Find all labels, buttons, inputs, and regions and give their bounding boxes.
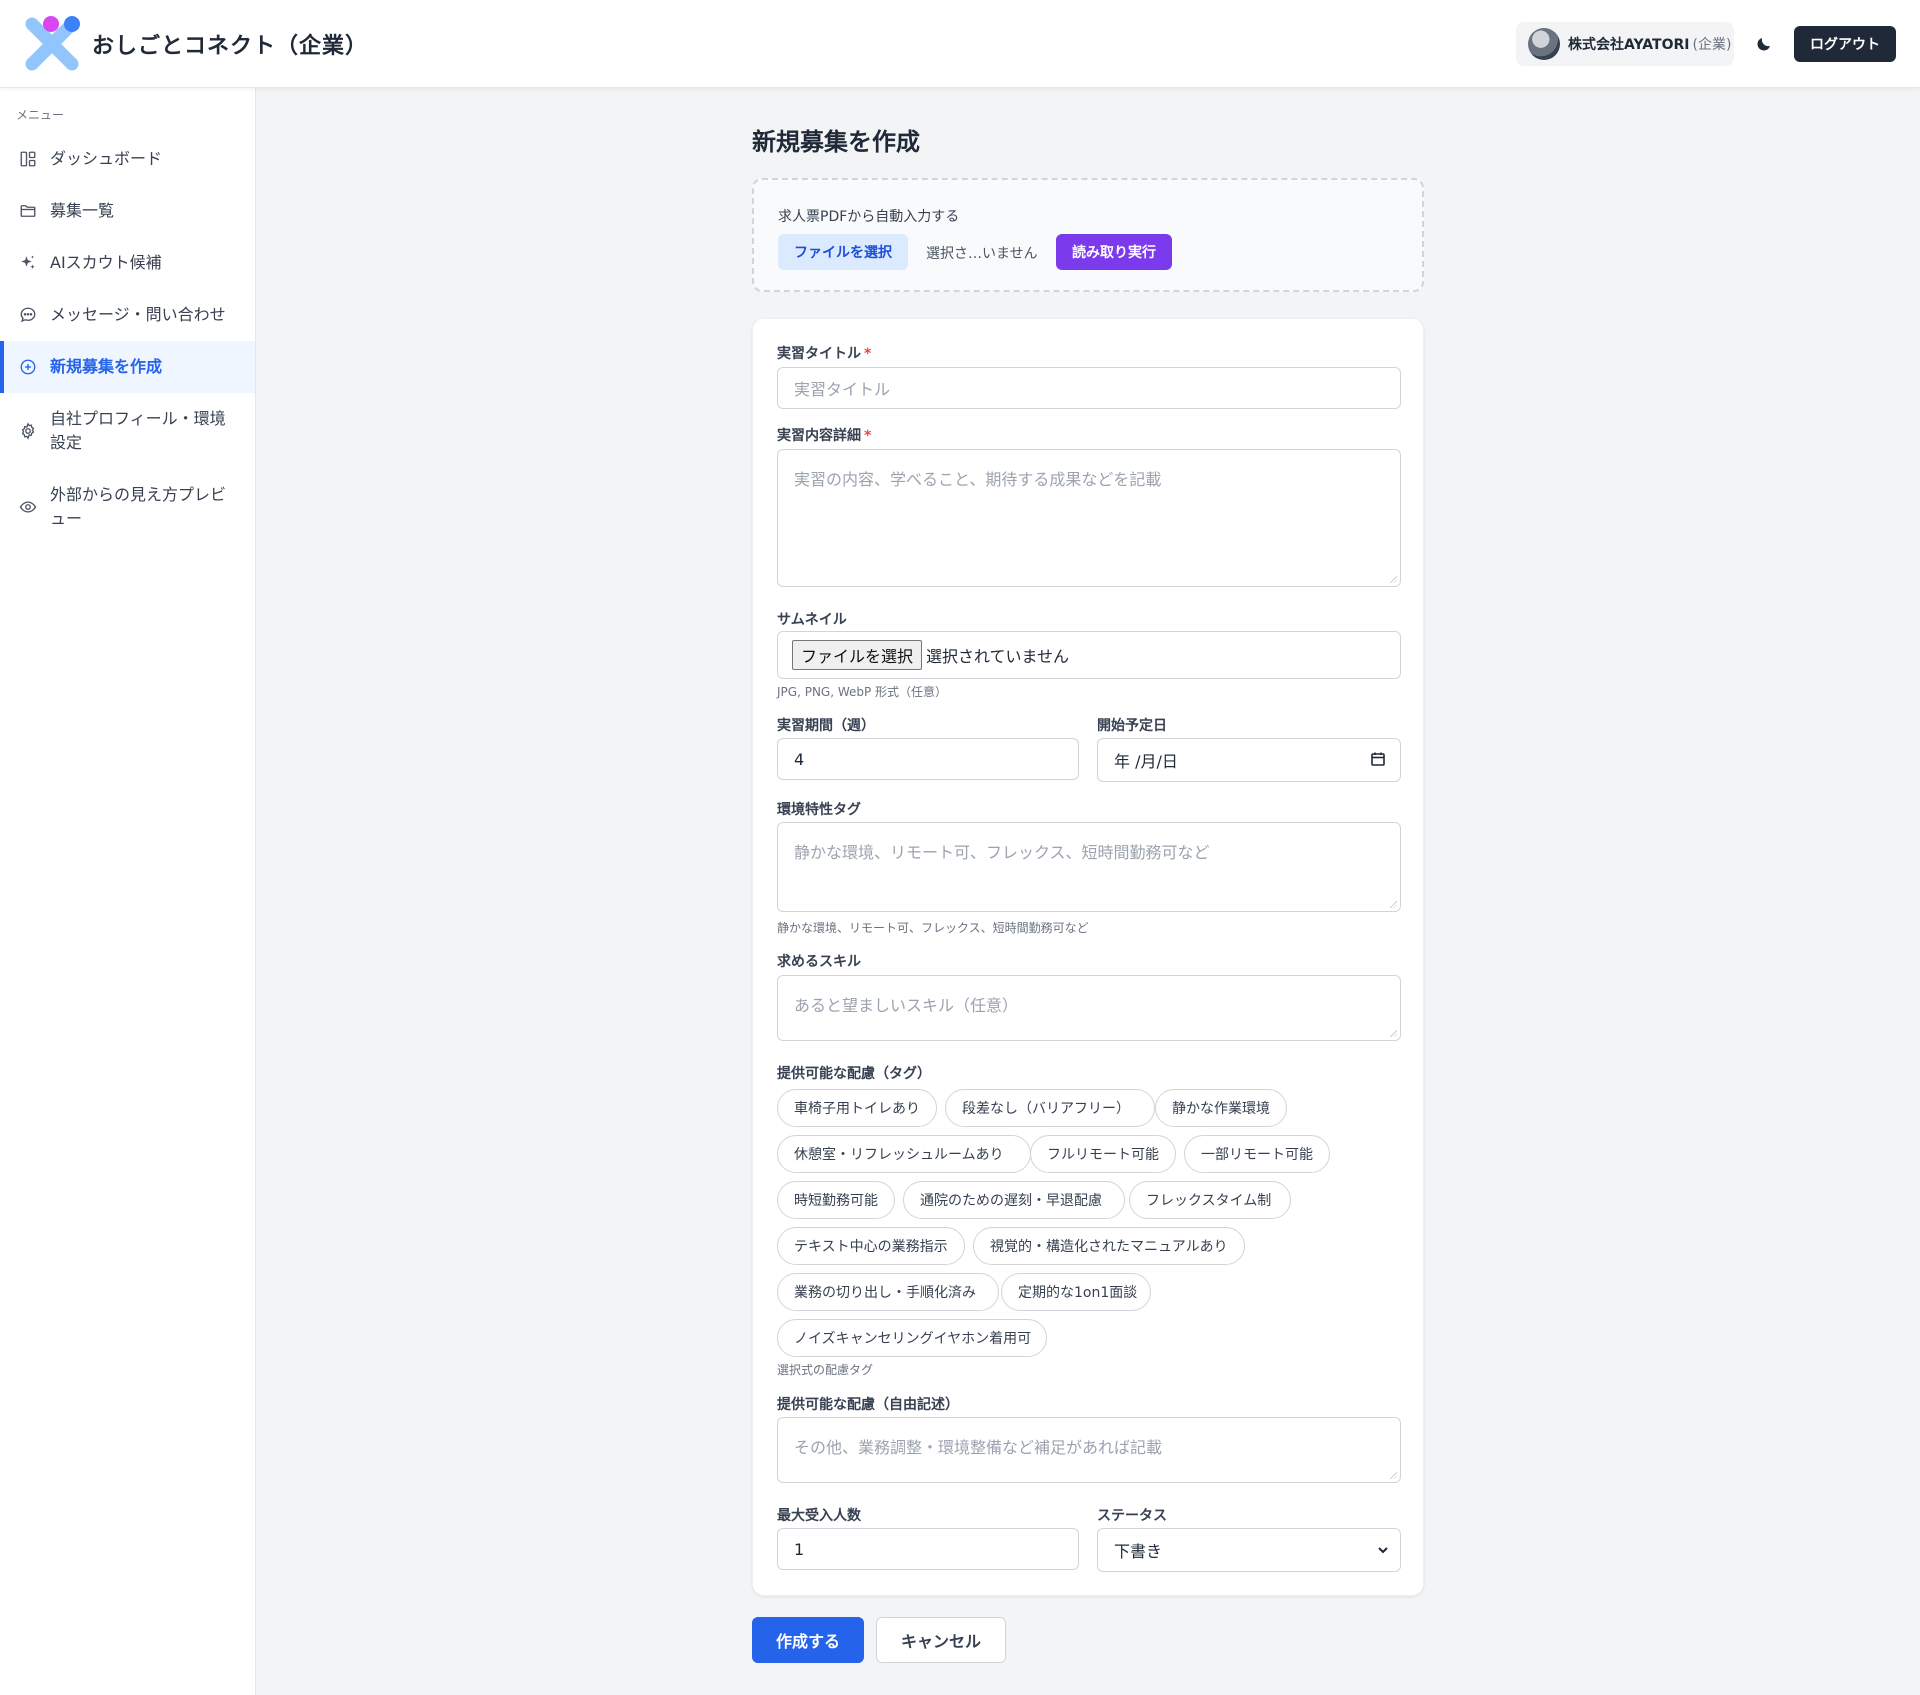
title-input[interactable]: 実習タイトル — [777, 367, 1401, 409]
gear-icon — [18, 419, 38, 443]
app-logo[interactable] — [22, 14, 82, 74]
accommodation-free-textarea[interactable]: その他、業務調整・環境整備など補足があれば記載 — [777, 1417, 1401, 1483]
pdf-file-select-button[interactable]: ファイルを選択 — [778, 234, 908, 270]
status-select[interactable]: 下書き — [1097, 1528, 1401, 1572]
sidebar-item-external-preview[interactable]: 外部からの見え方プレビュー — [0, 469, 255, 545]
sidebar-item-new-job[interactable]: 新規募集を作成 — [0, 341, 255, 393]
accommodation-label: 提供可能な配慮（タグ） — [777, 1066, 931, 1082]
accommodation-tag[interactable]: テキスト中心の業務指示 — [777, 1227, 965, 1265]
theme-toggle-button[interactable] — [1750, 30, 1778, 58]
sidebar-item-label: 募集一覧 — [50, 201, 115, 220]
sidebar-item-jobs[interactable]: 募集一覧 — [0, 185, 255, 237]
accommodation-tag[interactable]: フルリモート可能 — [1030, 1135, 1176, 1173]
thumbnail-file-input[interactable]: ファイルを選択 選択されていません — [777, 631, 1401, 679]
thumbnail-label: サムネイル — [777, 612, 847, 628]
sparkle-icon — [18, 251, 38, 275]
dashboard-icon — [18, 147, 38, 171]
sidebar-item-label: メッセージ・問い合わせ — [50, 305, 226, 324]
accommodation-tag[interactable]: ノイズキャンセリングイヤホン着用可 — [777, 1319, 1047, 1357]
calendar-icon[interactable] — [1370, 751, 1386, 767]
chat-icon — [18, 303, 38, 327]
sidebar-nav: ダッシュボード 募集一覧 AIスカウト候補 メッセージ・問い合わせ 新規募集を作… — [0, 133, 255, 545]
accommodation-tag[interactable]: 視覚的・構造化されたマニュアルあり — [973, 1227, 1245, 1265]
pdf-file-status: 選択さ…いません — [926, 246, 1038, 262]
sidebar-item-dashboard[interactable]: ダッシュボード — [0, 133, 255, 185]
create-button[interactable]: 作成する — [752, 1617, 864, 1663]
capacity-label: 最大受入人数 — [777, 1508, 861, 1524]
chevron-down-icon — [1378, 1547, 1388, 1554]
logout-button[interactable]: ログアウト — [1794, 26, 1896, 62]
duration-label: 実習期間（週） — [777, 718, 875, 734]
title-label: 実習タイトル * — [777, 343, 871, 363]
start-date-input[interactable]: 年 /月/日 — [1097, 738, 1401, 782]
skills-textarea[interactable]: あると望ましいスキル（任意） — [777, 975, 1401, 1041]
duration-input[interactable]: 4 — [777, 738, 1079, 780]
sidebar-item-label: 新規募集を作成 — [50, 357, 163, 376]
cancel-button[interactable]: キャンセル — [876, 1617, 1006, 1663]
accommodation-tag[interactable]: 段差なし（バリアフリー） — [945, 1089, 1155, 1127]
sidebar-item-messages[interactable]: メッセージ・問い合わせ — [0, 289, 255, 341]
skills-label: 求めるスキル — [777, 954, 861, 970]
moon-icon — [1757, 38, 1770, 51]
thumbnail-file-button[interactable]: ファイルを選択 — [792, 640, 923, 670]
company-chip[interactable]: 株式会社AYATORI (企業) — [1516, 22, 1734, 66]
app-header: おしごとコネクト（企業） 株式会社AYATORI (企業) ログアウト — [0, 0, 1920, 88]
accommodation-tag[interactable]: 時短勤務可能 — [777, 1181, 895, 1219]
avatar — [1528, 28, 1560, 60]
detail-label: 実習内容詳細 * — [777, 425, 871, 445]
thumbnail-file-status: 選択されていません — [926, 647, 1070, 666]
env-tags-label: 環境特性タグ — [777, 802, 861, 818]
thumbnail-hint: JPG, PNG, WebP 形式（任意） — [777, 685, 948, 699]
eye-icon — [18, 495, 38, 519]
pdf-import-label: 求人票PDFから自動入力する — [778, 209, 960, 225]
required-mark: * — [864, 428, 872, 444]
accommodation-tag[interactable]: 静かな作業環境 — [1155, 1089, 1287, 1127]
start-date-value: 年 /月/日 — [1114, 752, 1178, 771]
page-title: 新規募集を作成 — [752, 128, 920, 156]
detail-textarea[interactable]: 実習の内容、学べること、期待する成果などを記載 — [777, 449, 1401, 587]
sidebar: メニュー ダッシュボード 募集一覧 AIスカウト候補 メッセージ・問い合わせ 新… — [0, 88, 256, 1695]
start-date-label: 開始予定日 — [1097, 718, 1167, 734]
accommodation-tag[interactable]: 一部リモート可能 — [1184, 1135, 1330, 1173]
accommodation-tag[interactable]: 休憩室・リフレッシュルームあり — [777, 1135, 1031, 1173]
accommodation-tag[interactable]: フレックスタイム制 — [1129, 1181, 1291, 1219]
accommodation-tag[interactable]: 業務の切り出し・手順化済み — [777, 1273, 999, 1311]
sidebar-item-profile-settings[interactable]: 自社プロフィール・環境設定 — [0, 393, 255, 469]
sidebar-item-label: 外部からの見え方プレビュー — [50, 485, 227, 528]
accommodation-hint: 選択式の配慮タグ — [777, 1363, 874, 1377]
job-form-card: 実習タイトル * 実習タイトル 実習内容詳細 * 実習の内容、学べること、期待する成… — [752, 318, 1424, 1596]
accommodation-tag[interactable]: 通院のための遅刻・早退配慮 — [903, 1181, 1125, 1219]
menu-heading: メニュー — [16, 108, 65, 122]
app-title: おしごとコネクト（企業） — [92, 34, 369, 59]
company-role: (企業) — [1692, 37, 1732, 53]
accommodation-free-label: 提供可能な配慮（自由記述） — [777, 1397, 959, 1413]
sidebar-item-ai-scout[interactable]: AIスカウト候補 — [0, 237, 255, 289]
accommodation-tag[interactable]: 車椅子用トイレあり — [777, 1089, 937, 1127]
folder-icon — [18, 199, 38, 223]
sidebar-item-label: ダッシュボード — [50, 149, 163, 168]
status-select-value: 下書き — [1114, 1542, 1163, 1561]
accommodation-tag[interactable]: 定期的な1on1面談 — [1001, 1273, 1151, 1311]
sidebar-item-label: AIスカウト候補 — [50, 253, 162, 272]
env-tags-hint: 静かな環境、リモート可、フレックス、短時間勤務可など — [777, 921, 1089, 935]
env-tags-textarea[interactable]: 静かな環境、リモート可、フレックス、短時間勤務可など — [777, 822, 1401, 912]
status-label: ステータス — [1097, 1508, 1167, 1524]
capacity-input[interactable]: 1 — [777, 1528, 1079, 1570]
pdf-read-button[interactable]: 読み取り実行 — [1056, 234, 1172, 270]
detail-label-text: 実習内容詳細 — [777, 428, 861, 444]
sidebar-item-label: 自社プロフィール・環境設定 — [50, 409, 226, 452]
company-name: 株式会社AYATORI — [1568, 37, 1690, 53]
required-mark: * — [864, 346, 872, 362]
pdf-import-box: 求人票PDFから自動入力する ファイルを選択 選択さ…いません 読み取り実行 — [752, 178, 1424, 292]
title-label-text: 実習タイトル — [777, 346, 861, 362]
plus-circle-icon — [18, 355, 38, 379]
